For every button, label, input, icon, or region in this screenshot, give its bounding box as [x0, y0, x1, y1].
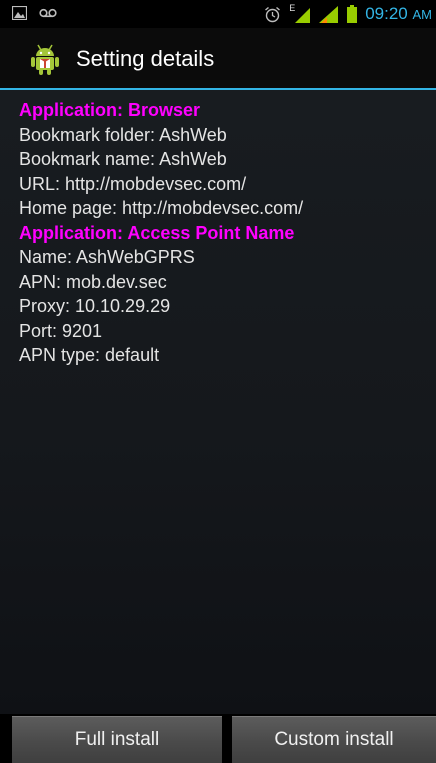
detail-line: Bookmark folder: AshWeb: [19, 124, 227, 145]
android-app-icon: [31, 44, 59, 75]
bottom-button-bar: Full install Custom install: [0, 714, 436, 763]
detail-line: Name: AshWebGPRS: [19, 247, 195, 267]
custom-install-button[interactable]: Custom install: [232, 716, 436, 763]
signal-edge-icon: E: [289, 3, 311, 24]
detail-line: Proxy: 10.10.29.29: [19, 296, 171, 316]
detail-line: Port: 9201: [19, 320, 103, 341]
full-install-button[interactable]: Full install: [12, 716, 222, 763]
status-bar: E 09:20 AM: [0, 0, 436, 28]
action-bar: Setting details: [0, 28, 436, 90]
detail-line: Home page: http://mobdevsec.com/: [19, 198, 304, 218]
page-title: Setting details: [76, 46, 215, 71]
section-heading: Application: Access Point Name: [19, 222, 295, 243]
settings-content: Application: Browser Bookmark folder: Ash…: [0, 90, 436, 714]
image-notification-icon: [12, 6, 27, 20]
detail-line: Bookmark name: AshWeb: [19, 149, 227, 169]
signal-strength-icon: [319, 5, 339, 23]
detail-line: APN type: default: [19, 345, 160, 365]
section-heading: Application: Browser: [19, 100, 201, 120]
detail-line: APN: mob.dev.sec: [19, 271, 167, 292]
details-list: Application: Browser Bookmark folder: Ash…: [19, 98, 303, 368]
status-right-icons: E 09:20 AM: [264, 3, 432, 24]
voicemail-icon: [39, 8, 57, 18]
battery-icon: [347, 5, 358, 23]
clock: 09:20 AM: [365, 4, 432, 24]
status-left-icons: [12, 6, 57, 20]
clock-time: 09:20: [365, 4, 408, 23]
detail-line: URL: http://mobdevsec.com/: [19, 173, 247, 194]
clock-ampm: AM: [412, 7, 433, 22]
alarm-clock-icon: [265, 6, 281, 22]
